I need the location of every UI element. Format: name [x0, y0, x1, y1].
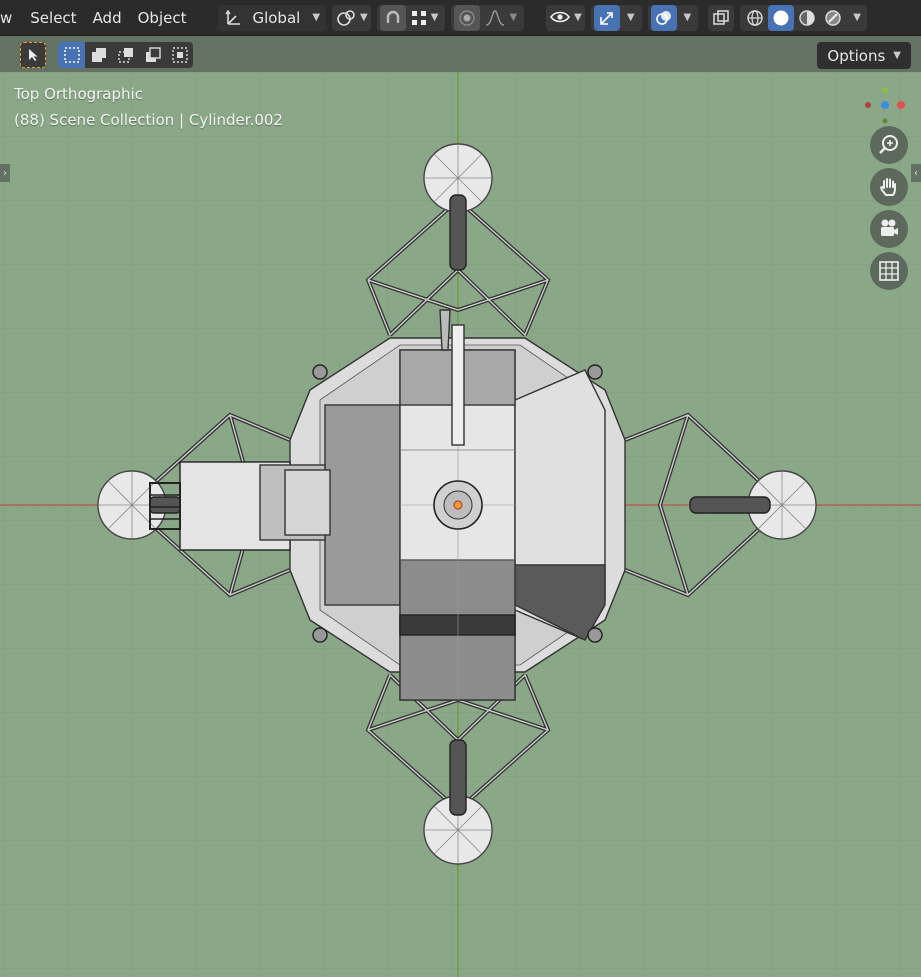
- gizmo-neg-y[interactable]: [882, 118, 888, 124]
- snap-target-dropdown[interactable]: ▼: [406, 5, 443, 31]
- select-intersect-button[interactable]: [166, 42, 193, 68]
- rendered-shading-icon: [825, 9, 841, 26]
- overlay-icon: [655, 10, 671, 25]
- rcs-antenna: [439, 309, 451, 351]
- collection-info-label: (88) Scene Collection | Cylinder.002: [14, 111, 283, 129]
- select-menu[interactable]: Select: [22, 9, 84, 27]
- snap-icon: [386, 10, 399, 23]
- grid-ortho-icon: [879, 261, 899, 281]
- gizmo-group: ▼: [590, 4, 642, 31]
- chevron-down-icon: ▼: [312, 12, 321, 23]
- select-subtract-button[interactable]: [112, 42, 139, 68]
- zoom-button[interactable]: [870, 126, 908, 164]
- pan-hand-icon: [880, 178, 896, 196]
- visibility-icon: [550, 11, 571, 22]
- gizmo-neg-x[interactable]: [865, 102, 871, 108]
- snap-group: ▼: [376, 4, 446, 31]
- rendered-shading-button[interactable]: [820, 5, 846, 31]
- object-origin: [453, 500, 463, 510]
- 3d-viewport[interactable]: › ‹ Top Orthographic (88) Scene Collecti…: [0, 72, 921, 977]
- add-menu[interactable]: Add: [85, 9, 130, 27]
- gizmo-y-axis[interactable]: [882, 87, 888, 93]
- select-extend-button[interactable]: [85, 42, 112, 68]
- snap-grid-icon: [411, 10, 426, 25]
- gizmo-z-axis[interactable]: [881, 101, 889, 109]
- select-new-button[interactable]: [58, 42, 85, 68]
- camera-icon: [881, 219, 898, 236]
- tool-header: Options ▼: [0, 36, 921, 72]
- proportional-edit-icon: [459, 9, 476, 26]
- transform-orientation-dropdown[interactable]: Global ▼: [218, 4, 327, 31]
- viewport-header: w Select Add Object Global ▼ ▼ ▼ ▼ ▼ ▼ ▼…: [0, 0, 921, 36]
- box-select-icon: [63, 47, 80, 63]
- solid-shading-button[interactable]: [768, 4, 795, 31]
- overlay-group: ▼: [647, 4, 699, 31]
- camera-view-button[interactable]: [870, 210, 908, 248]
- proportional-edit-toggle[interactable]: [454, 4, 481, 31]
- chevron-down-icon[interactable]: ▼: [680, 12, 696, 23]
- solid-shading-icon: [773, 10, 789, 25]
- zoom-icon: [879, 135, 898, 154]
- select-intersect-icon: [171, 47, 188, 63]
- chevron-down-icon[interactable]: ▼: [849, 12, 865, 23]
- transform-orientation-icon: [225, 9, 241, 25]
- ortho-toggle-button[interactable]: [870, 252, 908, 290]
- view-name-label: Top Orthographic: [14, 85, 143, 103]
- material-shading-icon: [799, 9, 815, 26]
- wireframe-shading-icon: [747, 9, 763, 26]
- shading-group: ▼: [740, 4, 867, 31]
- gizmo-icon: [600, 11, 613, 25]
- falloff-dropdown[interactable]: ▼: [480, 5, 521, 31]
- gizmo-x-axis[interactable]: [897, 101, 905, 109]
- pivot-icon: [337, 9, 355, 26]
- options-dropdown[interactable]: Options ▼: [817, 42, 911, 69]
- select-tool-button[interactable]: [20, 42, 46, 68]
- select-extend-icon: [91, 48, 106, 62]
- transform-orientation-label: Global: [252, 8, 301, 27]
- ascent-band: [399, 614, 516, 636]
- falloff-icon: [486, 9, 505, 26]
- pan-button[interactable]: [870, 168, 908, 206]
- xray-icon: [713, 9, 729, 25]
- chevron-down-icon: ▼: [574, 12, 582, 23]
- cursor-arrow-icon: [29, 49, 38, 61]
- viewport-canvas[interactable]: [0, 72, 921, 977]
- proportional-group: ▼: [451, 4, 525, 31]
- select-invert-button[interactable]: [139, 42, 166, 68]
- antenna-mast: [451, 324, 465, 446]
- chevron-down-icon: ▼: [360, 12, 368, 23]
- chevron-down-icon[interactable]: ▼: [623, 12, 639, 23]
- select-invert-icon: [145, 47, 161, 62]
- object-menu[interactable]: Object: [130, 9, 195, 27]
- overlay-toggle[interactable]: [650, 4, 677, 31]
- chevron-down-icon: ▼: [893, 50, 901, 61]
- visibility-dropdown[interactable]: ▼: [546, 4, 585, 31]
- sidebar-expand-arrow[interactable]: ‹: [911, 164, 921, 182]
- view-menu[interactable]: w: [0, 9, 22, 27]
- toolbar-expand-arrow[interactable]: ›: [0, 164, 10, 182]
- ascent-stage-left: [324, 404, 401, 606]
- wireframe-shading-button[interactable]: [742, 5, 768, 31]
- pivot-dropdown[interactable]: ▼: [332, 4, 371, 31]
- options-label: Options: [827, 46, 886, 65]
- xray-toggle[interactable]: [708, 4, 735, 31]
- chevron-down-icon: ▼: [509, 12, 518, 23]
- selection-mode-group: [58, 42, 193, 68]
- chevron-down-icon: ▼: [430, 12, 439, 23]
- snap-toggle[interactable]: [379, 4, 406, 31]
- material-shading-button[interactable]: [794, 5, 820, 31]
- gizmo-toggle[interactable]: [593, 4, 620, 31]
- select-subtract-icon: [117, 48, 133, 63]
